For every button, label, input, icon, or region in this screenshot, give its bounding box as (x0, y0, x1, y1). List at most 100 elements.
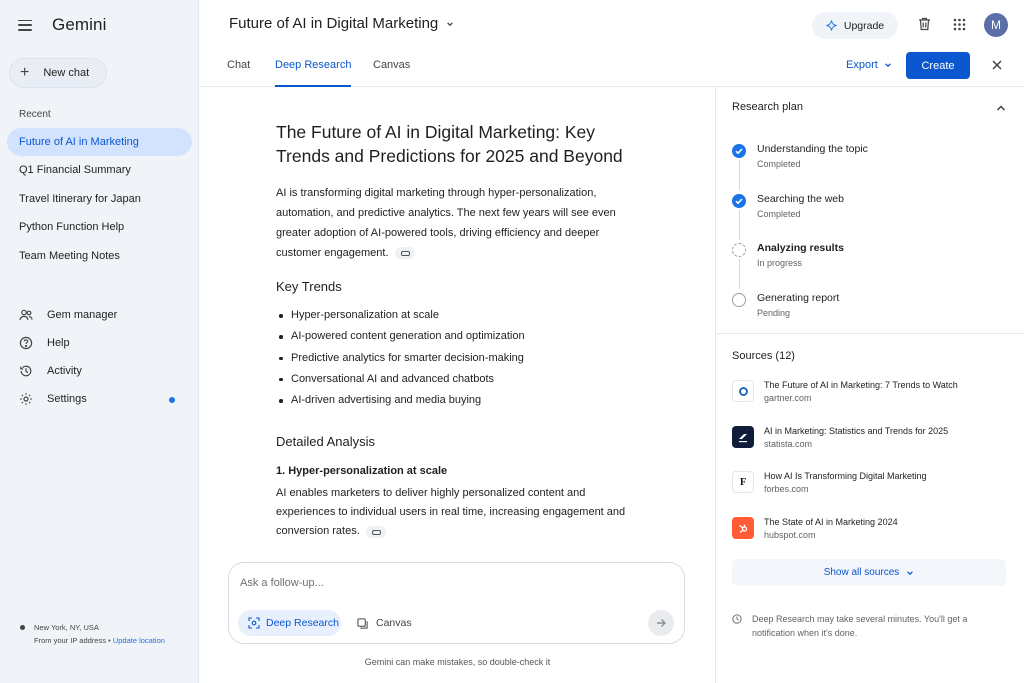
step-status: In progress (757, 258, 803, 268)
divider (716, 333, 1024, 334)
tab-chat[interactable]: Chat (227, 59, 250, 87)
list-item: AI-powered content generation and optimi… (276, 326, 636, 347)
location-separator: • (108, 636, 111, 645)
deep-research-note: Deep Research may take several minutes. … (732, 613, 992, 640)
research-step: Generating report Pending (732, 290, 1002, 340)
research-report: The Future of AI in Digital Marketing: K… (276, 120, 636, 541)
create-button[interactable]: Create (906, 52, 970, 79)
menu-icon[interactable] (18, 19, 32, 31)
step-status: Completed (757, 159, 801, 169)
upgrade-button[interactable]: Upgrade (812, 12, 898, 39)
link-icon[interactable] (394, 247, 415, 260)
step-title: Searching the web (757, 192, 844, 205)
step-title: Generating report (757, 291, 840, 304)
report-intro-text: AI is transforming digital marketing thr… (276, 187, 616, 259)
sidebar-item-label: Settings (47, 393, 87, 405)
report-title: The Future of AI in Digital Marketing: K… (276, 122, 623, 166)
follow-up-input[interactable]: Ask a follow-up... (240, 577, 324, 589)
follow-up-composer: Ask a follow-up... Deep Research Canvas (228, 562, 685, 644)
upgrade-label: Upgrade (843, 19, 885, 32)
sidebar-item-help[interactable]: Help (0, 329, 199, 357)
sidebar: Gemini + New chat Recent Future of AI in… (0, 0, 199, 683)
hubspot-logo-icon (732, 516, 754, 539)
top-bar: Future of AI in Digital Marketing Upgrad… (200, 0, 1024, 52)
research-steps: Understanding the topic Completed Search… (732, 141, 1002, 339)
source-domain: hubspot.com (764, 529, 816, 540)
source-domain: gartner.com (764, 393, 812, 403)
plus-icon: + (20, 64, 30, 81)
sidebar-item-settings[interactable]: Settings (0, 385, 199, 413)
report-intro: AI is transforming digital marketing thr… (276, 183, 636, 263)
recent-item[interactable]: Travel Itinerary for Japan (7, 185, 192, 213)
send-arrow-icon (657, 619, 666, 627)
sidebar-item-gem-manager[interactable]: Gem manager (0, 301, 199, 329)
step-connector (738, 259, 740, 289)
source-title: AI in Marketing: Statistics and Trends f… (764, 425, 949, 436)
export-label: Export (846, 59, 878, 71)
deep-research-toggle[interactable]: Deep Research (238, 610, 341, 636)
location-dot-icon (20, 625, 25, 630)
step-connector (738, 209, 740, 240)
new-chat-button[interactable]: + New chat (9, 58, 107, 88)
step-title: Analyzing results (757, 242, 844, 254)
detailed-analysis-heading: Detailed Analysis (276, 434, 375, 450)
research-side-panel: Research plan Understanding the topic Co… (715, 87, 1024, 683)
canvas-icon (357, 617, 368, 629)
research-step: Analyzing results In progress (732, 240, 1002, 290)
send-button[interactable] (648, 610, 674, 636)
show-all-sources-button[interactable]: Show all sources (732, 559, 1006, 586)
statista-logo-icon (732, 425, 754, 448)
history-icon (18, 364, 33, 379)
research-plan-heading: Research plan (732, 101, 803, 113)
chevron-up-icon[interactable] (996, 104, 1006, 112)
deep-research-icon (248, 617, 260, 629)
trash-icon[interactable] (915, 15, 933, 33)
apps-grid-icon[interactable] (950, 15, 968, 33)
recent-item[interactable]: Team Meeting Notes (7, 242, 192, 270)
source-item[interactable]: AI in Marketing: Statistics and Trends f… (732, 424, 1012, 470)
chevron-down-icon (907, 570, 914, 575)
forbes-logo-icon: F (732, 471, 754, 493)
document-title: Future of AI in Digital Marketing (229, 15, 439, 32)
source-item[interactable]: The Future of AI in Marketing: 7 Trends … (732, 378, 1012, 424)
source-item[interactable]: F How AI Is Transforming Digital Marketi… (732, 469, 1012, 515)
step-title: Understanding the topic (757, 143, 868, 155)
source-domain: forbes.com (764, 484, 809, 494)
source-title: The Future of AI in Marketing: 7 Trends … (764, 380, 958, 390)
step-status: Pending (757, 307, 791, 318)
people-icon (18, 308, 33, 323)
recent-item[interactable]: Python Function Help (7, 213, 192, 241)
recent-item[interactable]: Future of AI in Marketing (7, 128, 192, 156)
sidebar-item-label: Activity (47, 365, 82, 377)
link-icon[interactable] (365, 525, 386, 538)
location-info: New York, NY, USA From your IP address •… (20, 621, 165, 647)
list-item: AI-driven advertising and media buying (276, 390, 636, 411)
document-title-dropdown[interactable]: Future of AI in Digital Marketing (229, 15, 454, 32)
export-dropdown[interactable]: Export (846, 59, 892, 71)
sidebar-item-activity[interactable]: Activity (0, 357, 199, 385)
recent-item[interactable]: Q1 Financial Summary (7, 156, 192, 184)
avatar[interactable]: M (984, 13, 1008, 37)
tab-canvas[interactable]: Canvas (373, 59, 410, 87)
subsection-text: AI enables marketers to deliver highly p… (276, 487, 626, 538)
clock-icon (732, 614, 742, 624)
gear-icon (18, 392, 33, 407)
check-circle-icon (732, 144, 746, 158)
tab-deep-research[interactable]: Deep Research (275, 59, 352, 87)
sidebar-header: Gemini (18, 14, 106, 36)
show-all-label: Show all sources (823, 567, 900, 578)
gartner-logo-icon (732, 380, 754, 402)
source-item[interactable]: The State of AI in Marketing 2024 hubspo… (732, 515, 1012, 561)
pending-circle-icon (732, 292, 746, 307)
canvas-label: Canvas (376, 617, 412, 629)
list-item: Predictive analytics for smarter decisio… (276, 348, 636, 369)
canvas-toggle[interactable]: Canvas (357, 610, 412, 636)
research-step: Understanding the topic Completed (732, 141, 1002, 191)
location-source: From your IP address (34, 636, 106, 645)
chevron-down-icon (884, 63, 891, 68)
source-title: How AI Is Transforming Digital Marketing (764, 471, 927, 481)
source-title: The State of AI in Marketing 2024 (764, 516, 898, 527)
recent-list: Future of AI in Marketing Q1 Financial S… (7, 128, 192, 270)
close-icon[interactable] (990, 58, 1004, 72)
update-location-link[interactable]: Update location (113, 636, 165, 645)
